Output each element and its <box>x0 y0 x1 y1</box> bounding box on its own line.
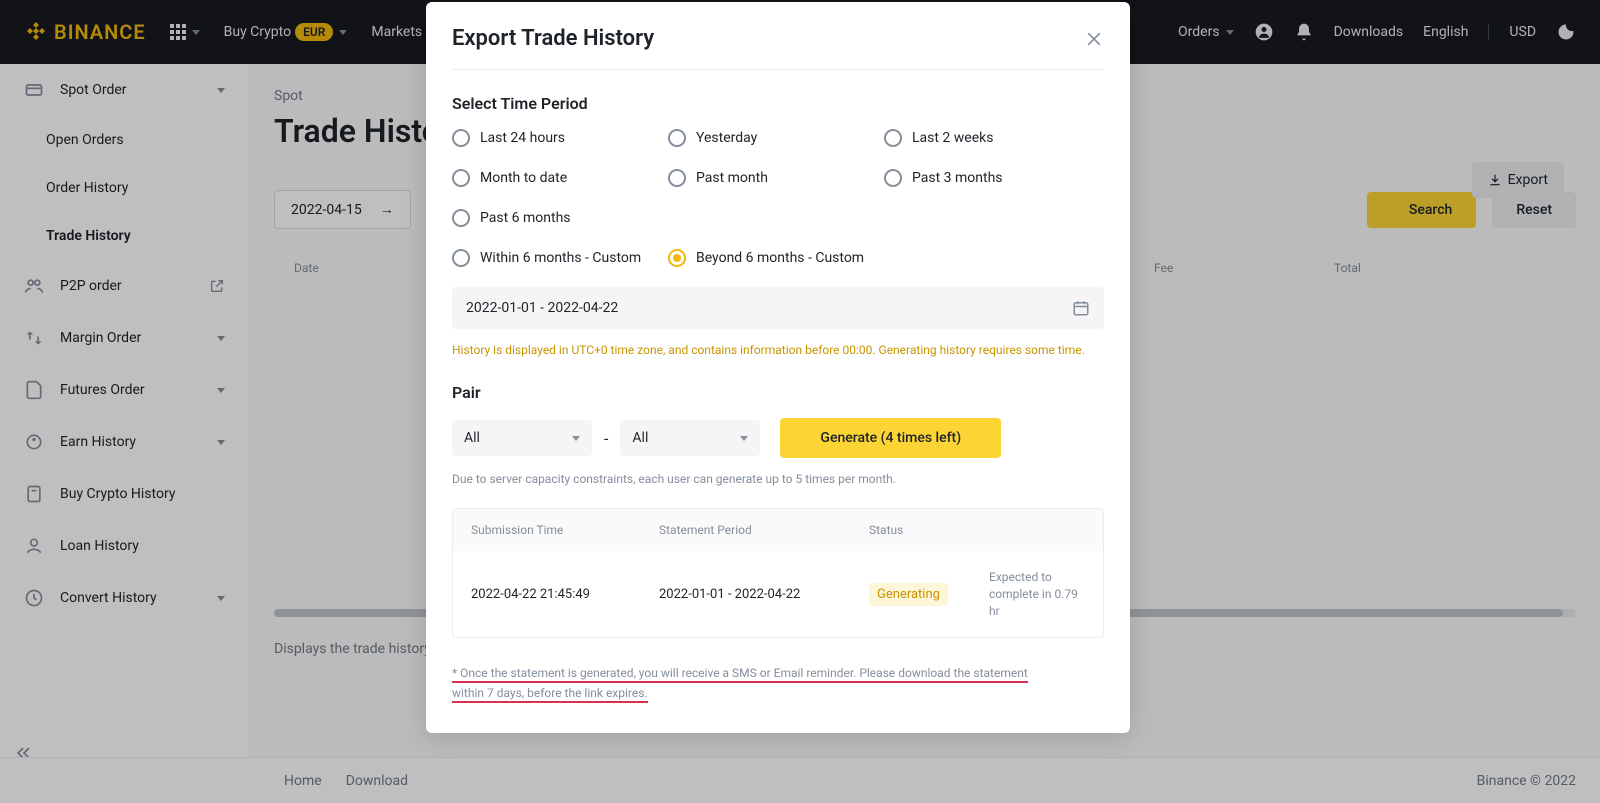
th-statement-period: Statement Period <box>659 523 869 537</box>
radio-icon <box>884 129 902 147</box>
radio-icon <box>452 169 470 187</box>
radio-icon <box>884 169 902 187</box>
caret-down-icon <box>572 436 580 441</box>
reminder-note: * Once the statement is generated, you w… <box>452 664 1104 702</box>
radio-yesterday[interactable]: Yesterday <box>668 129 884 147</box>
export-modal: Export Trade History Select Time Period … <box>426 2 1130 733</box>
pair-base-select[interactable]: All <box>452 420 592 456</box>
cell-submission-time: 2022-04-22 21:45:49 <box>471 587 659 602</box>
radio-last-24h[interactable]: Last 24 hours <box>452 129 668 147</box>
cell-statement-period: 2022-01-01 - 2022-04-22 <box>659 587 869 602</box>
radio-beyond-6-custom[interactable]: Beyond 6 months - Custom <box>668 249 1104 267</box>
pair-quote-select[interactable]: All <box>620 420 760 456</box>
caret-down-icon <box>740 436 748 441</box>
radio-icon <box>452 249 470 267</box>
close-icon[interactable] <box>1084 29 1104 49</box>
modal-title: Export Trade History <box>452 26 654 51</box>
radio-past-6-months[interactable]: Past 6 months <box>452 209 668 227</box>
status-table-header: Submission Time Statement Period Status <box>453 509 1103 551</box>
pair-dash: - <box>604 429 608 448</box>
radio-icon <box>668 169 686 187</box>
th-status: Status <box>869 523 989 537</box>
status-badge: Generating <box>869 583 948 606</box>
status-table-row: 2022-04-22 21:45:49 2022-01-01 - 2022-04… <box>453 551 1103 637</box>
radio-past-month[interactable]: Past month <box>668 169 884 187</box>
pair-row: All - All Generate (4 times left) <box>452 418 1104 458</box>
time-period-label: Select Time Period <box>452 94 1104 113</box>
calendar-icon <box>1072 299 1090 317</box>
date-range-field[interactable] <box>466 300 1072 316</box>
generate-button[interactable]: Generate (4 times left) <box>780 418 1001 458</box>
date-range-input[interactable] <box>452 287 1104 329</box>
pair-label: Pair <box>452 383 1104 402</box>
radio-month-to-date[interactable]: Month to date <box>452 169 668 187</box>
radio-icon <box>668 129 686 147</box>
time-period-radios: Last 24 hours Yesterday Last 2 weeks Mon… <box>452 129 1104 267</box>
radio-last-2-weeks[interactable]: Last 2 weeks <box>884 129 1104 147</box>
radio-past-3-months[interactable]: Past 3 months <box>884 169 1104 187</box>
utc-disclaimer: History is displayed in UTC+0 time zone,… <box>452 341 1104 359</box>
status-table: Submission Time Statement Period Status … <box>452 508 1104 638</box>
radio-icon <box>452 129 470 147</box>
cell-expected: Expected to complete in 0.79 hr <box>989 569 1085 619</box>
radio-icon <box>452 209 470 227</box>
th-submission-time: Submission Time <box>471 523 659 537</box>
capacity-disclaimer: Due to server capacity constraints, each… <box>452 472 1104 486</box>
radio-within-6-custom[interactable]: Within 6 months - Custom <box>452 249 668 267</box>
radio-icon-checked <box>668 249 686 267</box>
